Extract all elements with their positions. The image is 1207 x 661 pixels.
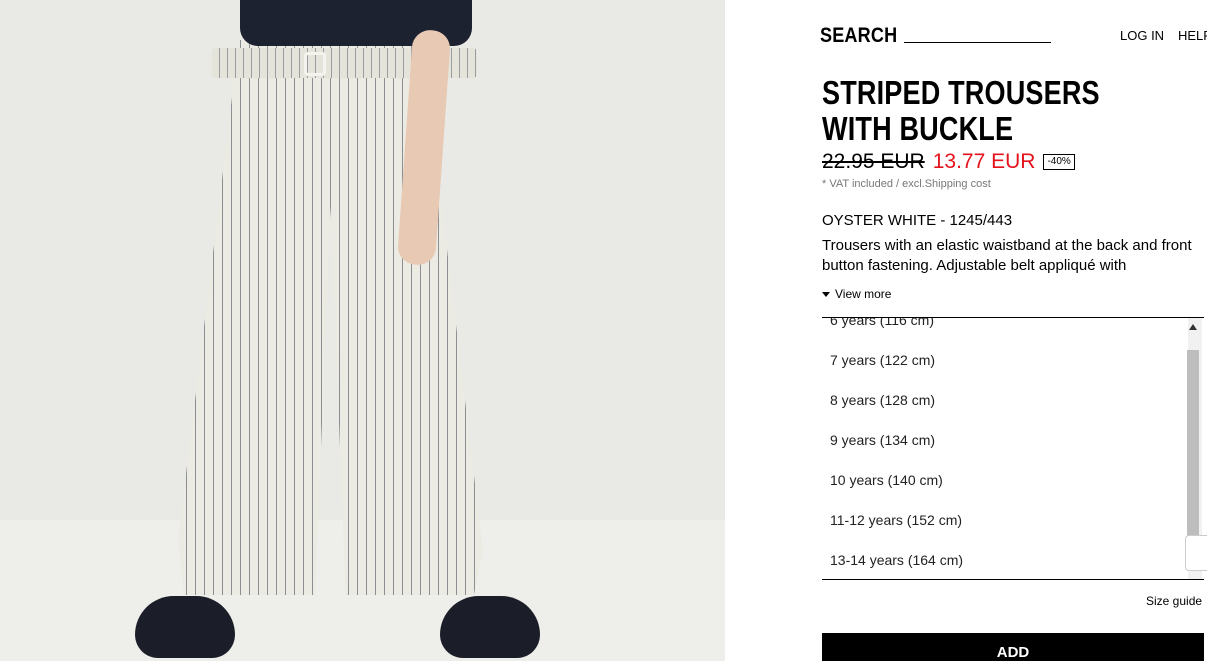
- size-option[interactable]: 11-12 years (152 cm): [830, 512, 962, 528]
- scrollbar-thumb[interactable]: [1187, 350, 1199, 540]
- size-guide-link[interactable]: Size guide: [1146, 594, 1202, 608]
- size-list[interactable]: 6 years (116 cm) 7 years (122 cm) 8 year…: [822, 317, 1204, 580]
- buckle-illustration: [304, 52, 326, 76]
- search-label[interactable]: SEARCH: [820, 24, 897, 48]
- old-price: 22.95 EUR: [822, 150, 925, 173]
- caret-down-icon: [822, 291, 830, 297]
- view-more-label: View more: [835, 287, 892, 301]
- size-option[interactable]: 7 years (122 cm): [830, 352, 935, 368]
- right-sandal-illustration: [440, 596, 540, 658]
- product-image[interactable]: [0, 0, 725, 661]
- help-link[interactable]: HELP: [1178, 28, 1207, 43]
- discount-badge: -40%: [1043, 154, 1075, 170]
- login-link[interactable]: LOG IN: [1120, 28, 1164, 43]
- size-option[interactable]: 13-14 years (164 cm): [830, 552, 963, 568]
- sale-price: 13.77 EUR: [932, 150, 1036, 173]
- left-sandal-illustration: [135, 596, 235, 658]
- size-option[interactable]: 8 years (128 cm): [830, 392, 935, 408]
- view-more-link[interactable]: View more: [822, 287, 891, 301]
- size-option[interactable]: 10 years (140 cm): [830, 472, 943, 488]
- product-description: Trousers with an elastic waistband at th…: [822, 237, 1192, 274]
- search-input-underline[interactable]: [904, 42, 1051, 43]
- size-option[interactable]: 9 years (134 cm): [830, 432, 935, 448]
- scroll-up-arrow-icon[interactable]: [1189, 324, 1197, 330]
- color-code: OYSTER WHITE - 1245/443: [822, 212, 1013, 229]
- chat-widget-tab[interactable]: [1185, 535, 1207, 571]
- vat-note: * VAT included / excl.Shipping cost: [822, 178, 991, 190]
- size-option[interactable]: 6 years (116 cm): [830, 318, 934, 328]
- product-title: STRIPED TROUSERS WITH BUCKLE: [822, 74, 1100, 147]
- add-to-cart-button[interactable]: ADD: [822, 633, 1204, 661]
- price-row: 22.95 EUR 13.77 EUR -40%: [822, 150, 1075, 174]
